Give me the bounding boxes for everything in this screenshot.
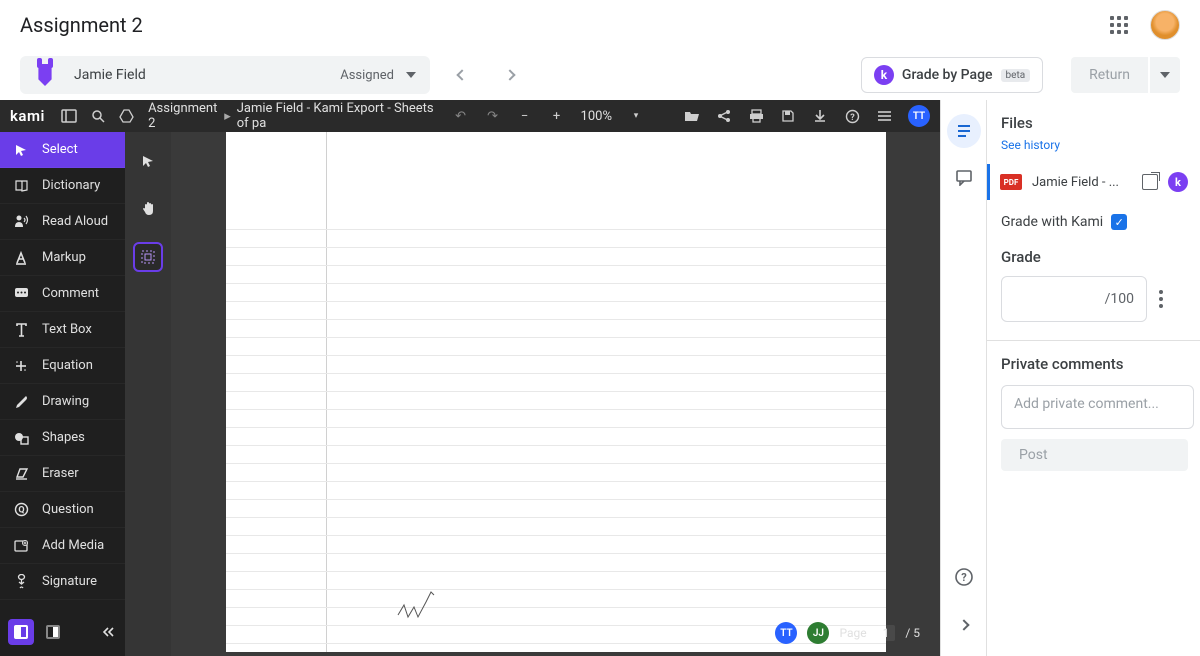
prev-student-button[interactable]: [446, 59, 478, 91]
file-row[interactable]: PDF Jamie Field - ... k: [987, 164, 1194, 200]
tool-signature-label: Signature: [42, 574, 97, 589]
tool-equation-label: Equation: [42, 358, 93, 373]
svg-text:Q: Q: [18, 506, 24, 516]
tool-add-media-label: Add Media: [42, 538, 104, 553]
tool-select-label: Select: [42, 142, 78, 157]
grade-by-page-button[interactable]: k Grade by Page beta: [861, 57, 1043, 93]
tool-equation[interactable]: Equation: [0, 348, 125, 384]
tool-dictionary-label: Dictionary: [42, 178, 100, 193]
layout-right-toggle[interactable]: [40, 619, 66, 645]
tool-markup-label: Markup: [42, 250, 86, 265]
breadcrumb: Assignment 2 ▸ Jamie Field - Kami Export…: [148, 101, 438, 131]
kami-mascot-icon: [34, 64, 56, 86]
tool-shapes[interactable]: Shapes: [0, 420, 125, 456]
grade-with-kami-label: Grade with Kami: [1001, 214, 1103, 230]
collapse-sidebar-icon[interactable]: [101, 626, 115, 638]
kami-k-icon: k: [874, 65, 894, 85]
redo-icon[interactable]: ↷: [485, 108, 501, 124]
tool-shapes-label: Shapes: [42, 430, 85, 445]
post-button[interactable]: Post: [1001, 439, 1188, 471]
page-label: Page: [839, 626, 866, 640]
comments-heading: Private comments: [1001, 355, 1194, 373]
assignment-status: Assigned: [340, 68, 394, 83]
tool-drawing[interactable]: Drawing: [0, 384, 125, 420]
apps-icon[interactable]: [1110, 16, 1128, 34]
student-name: Jamie Field: [74, 67, 146, 83]
undo-icon[interactable]: ↶: [453, 108, 469, 124]
grade-total: /100: [1105, 291, 1134, 307]
breadcrumb-file[interactable]: Jamie Field - Kami Export - Sheets of pa: [237, 101, 439, 131]
zoom-in-icon[interactable]: +: [549, 108, 565, 124]
share-icon[interactable]: [716, 108, 732, 124]
save-icon[interactable]: [780, 108, 796, 124]
file-name: Jamie Field - ...: [1032, 175, 1132, 190]
zoom-out-icon[interactable]: −: [517, 108, 533, 124]
menu-icon[interactable]: [876, 108, 892, 124]
grade-menu-icon[interactable]: [1159, 290, 1163, 308]
help-icon[interactable]: ?: [844, 108, 860, 124]
beta-badge: beta: [1001, 69, 1031, 82]
tool-comment-label: Comment: [42, 286, 99, 301]
page-title: Assignment 2: [20, 13, 143, 37]
return-dropdown[interactable]: [1150, 57, 1180, 93]
user-badge[interactable]: TT: [908, 105, 930, 127]
tool-eraser-label: Eraser: [42, 466, 79, 481]
subtool-pointer[interactable]: [133, 146, 163, 176]
svg-text:?: ?: [850, 113, 855, 123]
pdf-icon: PDF: [1000, 174, 1022, 190]
breadcrumb-root[interactable]: Assignment 2: [148, 101, 218, 131]
drawing-scribble: [396, 587, 456, 622]
user-avatar[interactable]: [1150, 10, 1180, 40]
subtool-area-select[interactable]: [133, 242, 163, 272]
download-icon[interactable]: [812, 108, 828, 124]
tool-dictionary[interactable]: Dictionary: [0, 168, 125, 204]
rail-comments-button[interactable]: [947, 160, 981, 194]
layout-left-toggle[interactable]: [8, 619, 34, 645]
zoom-level[interactable]: 100%: [581, 109, 612, 124]
kami-logo: kami: [10, 107, 45, 125]
page-current[interactable]: 1: [877, 625, 896, 641]
grade-with-kami-checkbox[interactable]: ✓: [1111, 214, 1127, 230]
comment-input[interactable]: Add private comment...: [1001, 385, 1194, 429]
tool-read-aloud-label: Read Aloud: [42, 214, 108, 229]
open-external-icon[interactable]: [1142, 174, 1158, 190]
rail-details-button[interactable]: [947, 114, 981, 148]
chevron-down-icon: [406, 72, 416, 78]
page-total: / 5: [905, 626, 920, 640]
tool-text-box-label: Text Box: [42, 322, 92, 337]
tool-question-label: Question: [42, 502, 94, 517]
rail-collapse-button[interactable]: [947, 608, 981, 642]
tool-select[interactable]: Select: [0, 132, 125, 168]
document-canvas[interactable]: TT JJ Page 1 / 5: [171, 132, 940, 656]
next-student-button[interactable]: [494, 59, 526, 91]
tool-read-aloud[interactable]: Read Aloud: [0, 204, 125, 240]
tool-question[interactable]: Q Question: [0, 492, 125, 528]
subtool-hand[interactable]: [133, 194, 163, 224]
student-selector[interactable]: Jamie Field Assigned: [20, 56, 430, 94]
tool-drawing-label: Drawing: [42, 394, 89, 409]
tool-markup[interactable]: Markup: [0, 240, 125, 276]
grade-input[interactable]: /100: [1001, 276, 1147, 322]
grade-by-page-label: Grade by Page: [902, 67, 993, 83]
drive-icon[interactable]: [119, 108, 134, 124]
tool-text-box[interactable]: Text Box: [0, 312, 125, 348]
tool-comment[interactable]: Comment: [0, 276, 125, 312]
find-icon[interactable]: [91, 108, 105, 124]
tool-add-media[interactable]: Add Media: [0, 528, 125, 564]
tool-eraser[interactable]: Eraser: [0, 456, 125, 492]
panel-toggle-icon[interactable]: [61, 108, 77, 124]
zoom-dropdown-icon[interactable]: ▾: [628, 108, 644, 124]
tool-signature[interactable]: Signature: [0, 564, 125, 600]
see-history-link[interactable]: See history: [1001, 138, 1194, 152]
open-folder-icon[interactable]: [684, 108, 700, 124]
kami-file-icon[interactable]: k: [1168, 172, 1188, 192]
print-icon[interactable]: [748, 108, 764, 124]
presence-user-1[interactable]: TT: [775, 622, 797, 644]
svg-text:?: ?: [961, 571, 967, 584]
grade-heading: Grade: [1001, 248, 1194, 266]
rail-help-button[interactable]: ?: [947, 560, 981, 594]
files-heading: Files: [1001, 114, 1194, 132]
return-button[interactable]: Return: [1071, 57, 1148, 93]
presence-user-2[interactable]: JJ: [807, 622, 829, 644]
